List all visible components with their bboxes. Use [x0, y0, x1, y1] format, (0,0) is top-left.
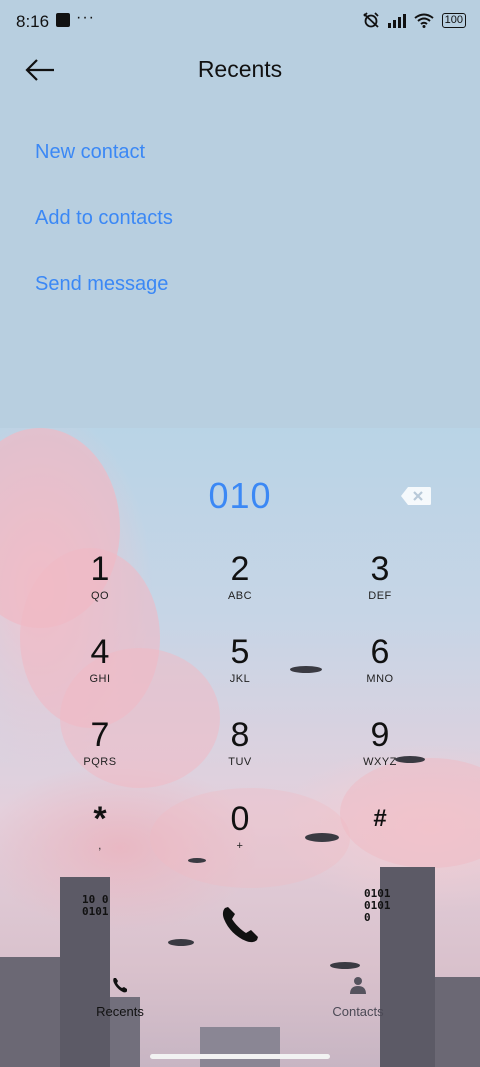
add-to-contacts-button[interactable]: Add to contacts: [35, 207, 173, 230]
key-letters: +: [236, 840, 244, 852]
nav-recents-label: Recents: [96, 1004, 144, 1019]
key-digit: 1: [90, 550, 110, 588]
voicemail-icon: QO: [90, 590, 110, 602]
city-tower: [435, 977, 480, 1067]
wifi-icon: [414, 13, 434, 28]
key-letters: TUV: [228, 756, 252, 768]
signal-icon: [387, 13, 406, 28]
key-letters: DEF: [368, 590, 392, 602]
send-message-button[interactable]: Send message: [35, 273, 168, 296]
city-tower: [200, 1027, 280, 1067]
city-tower: [0, 957, 60, 1067]
key-5[interactable]: 5 JKL: [180, 633, 300, 685]
nav-recents[interactable]: Recents: [60, 975, 180, 1025]
alarm-off-icon: [363, 12, 379, 28]
key-digit: 2: [230, 550, 250, 588]
key-letters: PQRS: [83, 756, 117, 768]
new-contact-button[interactable]: New contact: [35, 141, 145, 164]
status-time: 8:16: [16, 12, 50, 31]
key-digit: 9: [370, 716, 390, 754]
battery-icon: 100: [441, 12, 466, 28]
key-digit: #: [373, 805, 387, 832]
key-6[interactable]: 6 MNO: [320, 633, 440, 685]
home-indicator[interactable]: [150, 1054, 330, 1059]
key-0[interactable]: 0 +: [180, 800, 300, 852]
backspace-icon: [401, 487, 431, 505]
more-notifications-icon: ···: [76, 9, 95, 26]
key-letters: GHI: [89, 673, 111, 685]
key-hash[interactable]: #: [320, 800, 440, 840]
airship: [168, 939, 194, 946]
key-digit: 0: [230, 800, 250, 838]
key-letters: MNO: [366, 673, 394, 685]
call-button[interactable]: [210, 895, 270, 955]
key-1[interactable]: 1 QO: [40, 550, 160, 602]
key-digit: 6: [370, 633, 390, 671]
key-letters: JKL: [229, 673, 251, 685]
binary-decoration: 10 0 0101: [82, 893, 109, 918]
person-icon: [350, 977, 366, 994]
key-digit: *: [93, 800, 107, 838]
key-2[interactable]: 2 ABC: [180, 550, 300, 602]
phone-icon: [222, 907, 258, 943]
key-digit: 7: [90, 716, 110, 754]
key-digit: 8: [230, 716, 250, 754]
status-icons: 100: [362, 12, 466, 28]
key-digit: 4: [90, 633, 110, 671]
key-letters: WXYZ: [363, 756, 397, 768]
airship: [188, 858, 206, 863]
key-9[interactable]: 9 WXYZ: [320, 716, 440, 768]
backspace-button[interactable]: [400, 486, 432, 506]
notification-icon: [56, 13, 70, 27]
key-digit: 5: [230, 633, 250, 671]
key-8[interactable]: 8 TUV: [180, 716, 300, 768]
page-title: Recents: [197, 56, 283, 82]
key-7[interactable]: 7 PQRS: [40, 716, 160, 768]
key-letters: ABC: [227, 590, 253, 602]
key-star[interactable]: * ,: [40, 800, 160, 852]
nav-contacts[interactable]: Contacts: [298, 975, 418, 1025]
nav-contacts-label: Contacts: [332, 1004, 384, 1019]
status-bar: 8:16 ··· 100: [0, 0, 480, 44]
key-digit: 3: [370, 550, 390, 588]
phone-icon: [113, 978, 127, 993]
key-4[interactable]: 4 GHI: [40, 633, 160, 685]
binary-decoration: 0101 0101 0: [364, 887, 391, 924]
airship: [330, 962, 360, 969]
key-3[interactable]: 3 DEF: [320, 550, 440, 602]
key-letters: ,: [98, 840, 102, 852]
